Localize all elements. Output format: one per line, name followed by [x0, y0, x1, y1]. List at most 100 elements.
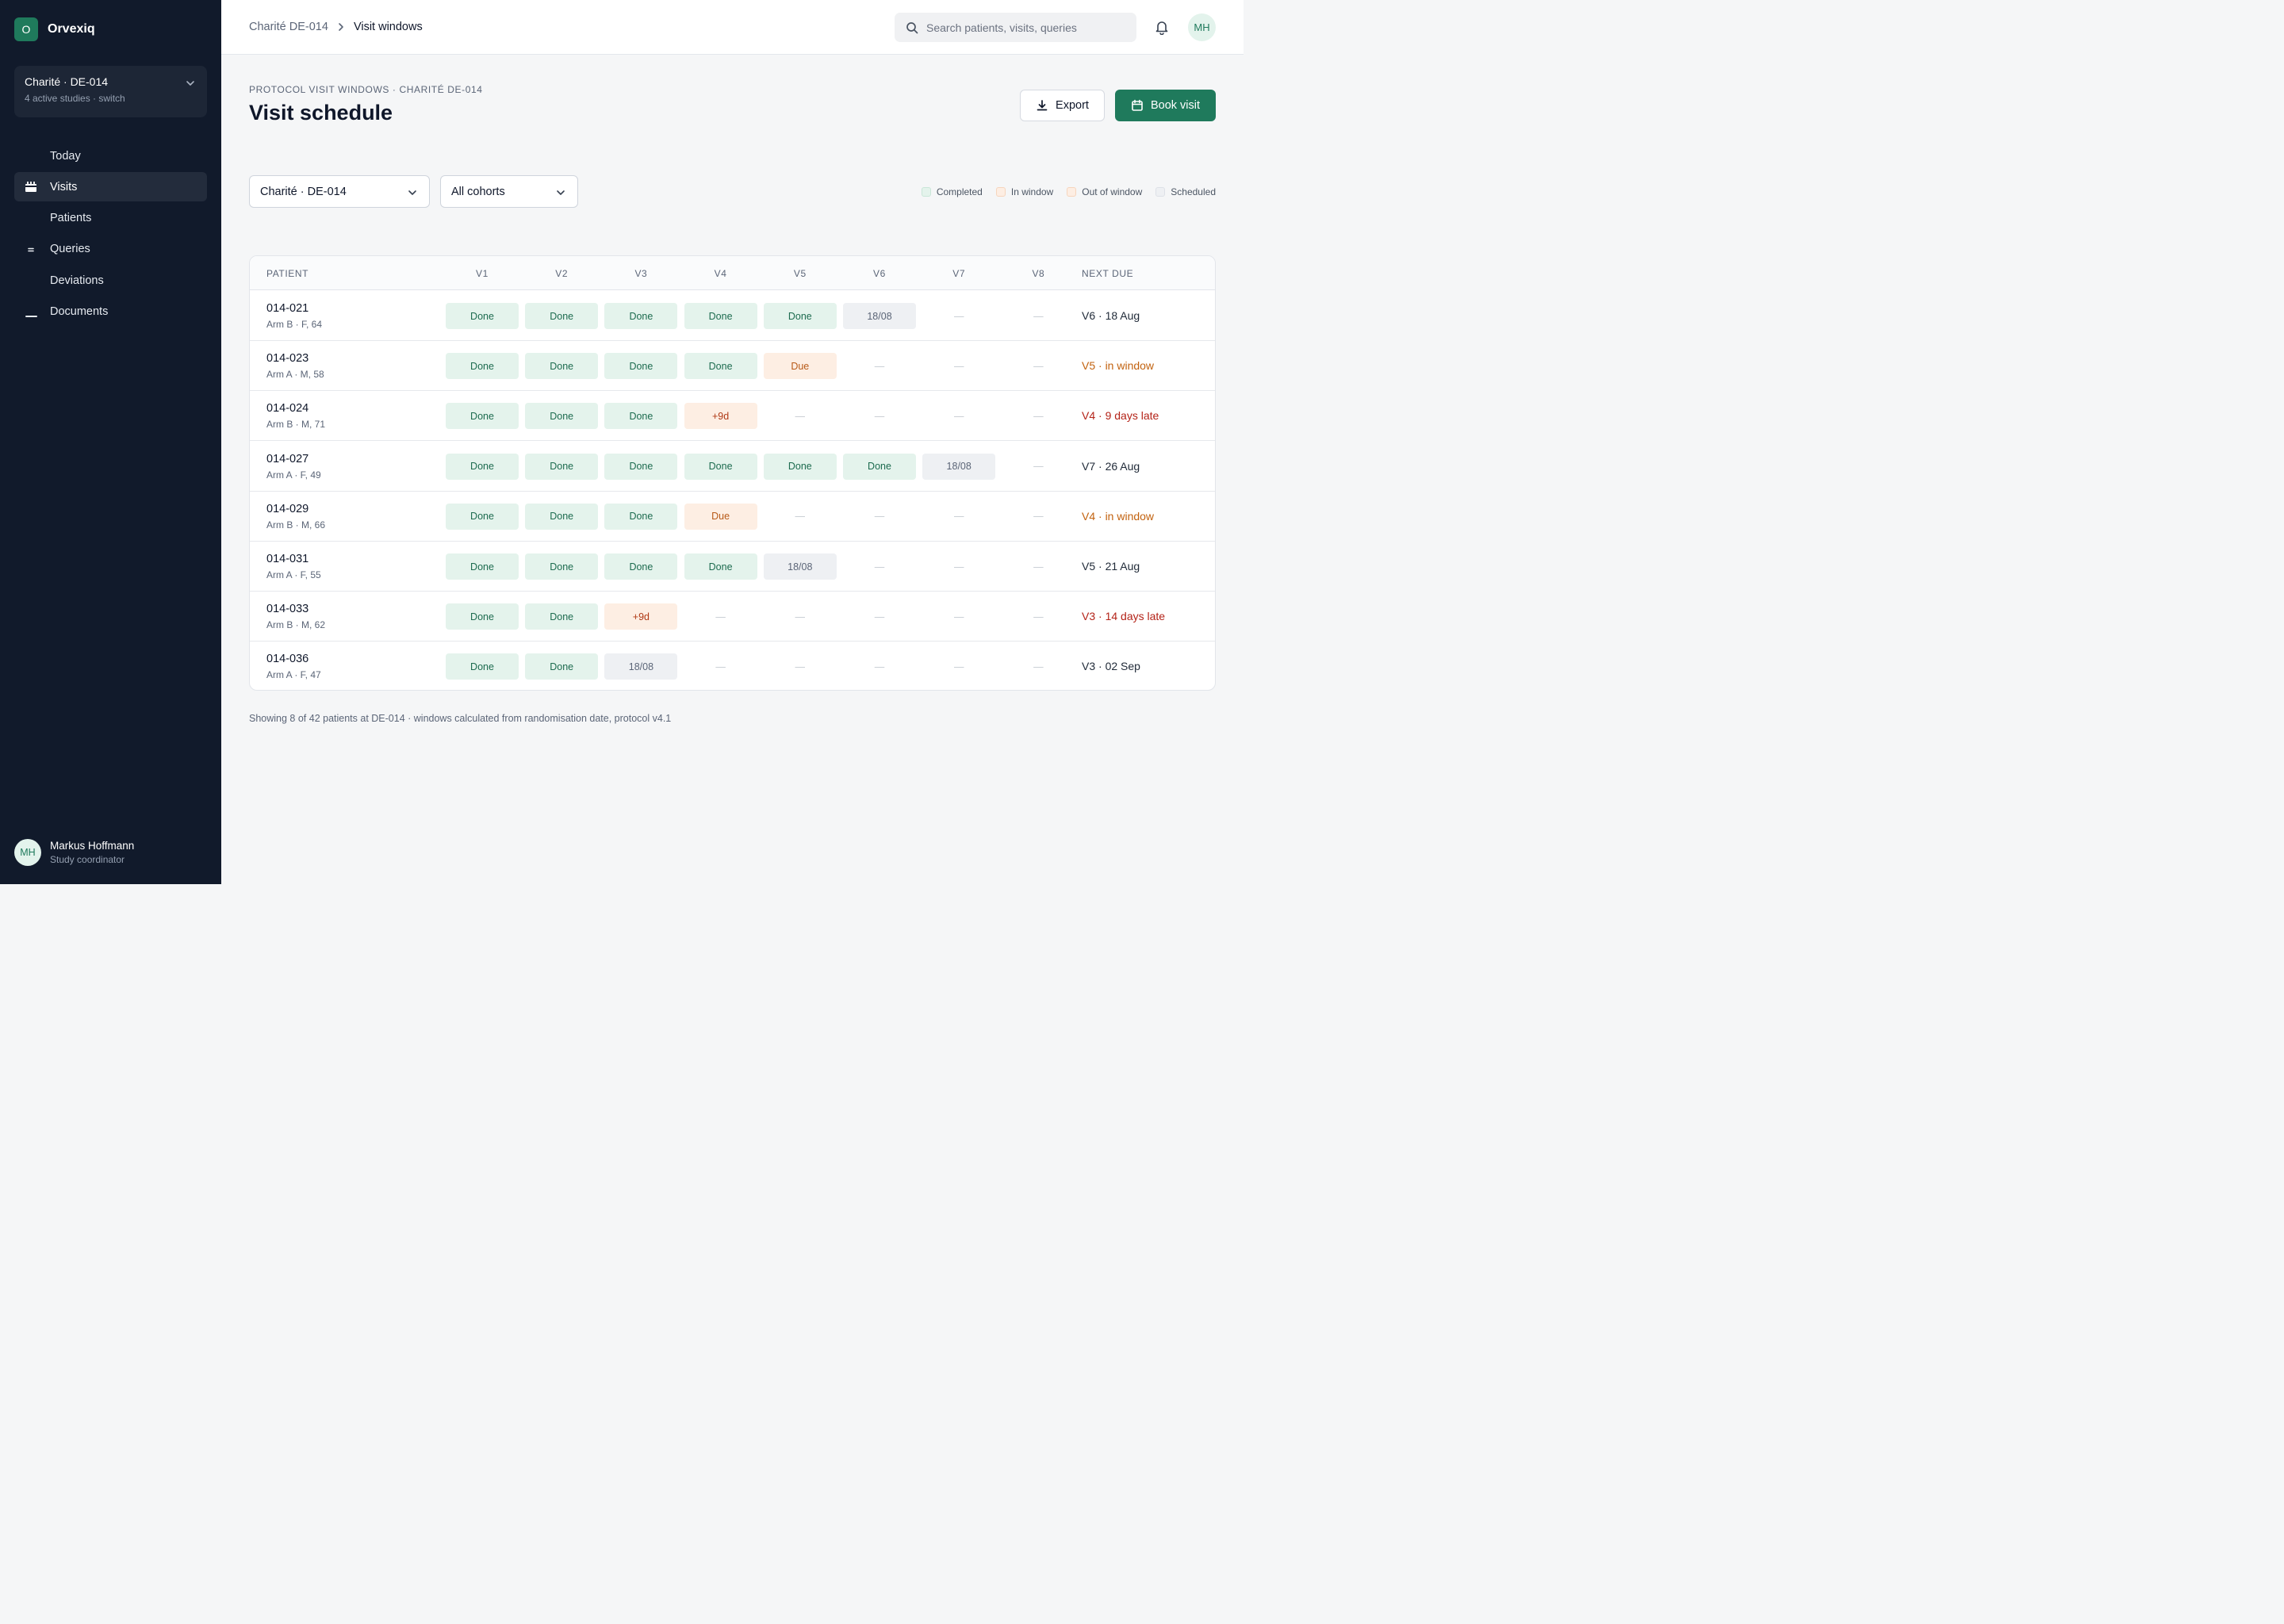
visit-cell-due[interactable]: Due: [684, 503, 757, 530]
table-row[interactable]: 014-036 Arm A · F, 47 Done Done 18/08— — — — — V3…: [250, 642, 1215, 690]
visit-cell-done[interactable]: Done: [525, 303, 599, 329]
book-visit-button[interactable]: Book visit: [1115, 90, 1216, 121]
visit-cell-done[interactable]: Done: [604, 403, 678, 430]
visit-cell-sched[interactable]: 18/08: [763, 553, 837, 580]
search-box[interactable]: [895, 13, 1136, 42]
visit-cell-late[interactable]: +9d: [684, 403, 757, 430]
visit-cell-empty: —: [874, 561, 885, 573]
legend-swatch: [1067, 187, 1077, 197]
visit-cell-done[interactable]: Done: [525, 653, 599, 680]
visit-cell-done[interactable]: Done: [446, 453, 519, 480]
visit-cell-empty: —: [953, 410, 964, 422]
export-button[interactable]: Export: [1020, 90, 1105, 121]
patient-id[interactable]: 014-027: [266, 453, 308, 465]
visit-cell-done[interactable]: Done: [525, 353, 599, 380]
visit-cell-done[interactable]: Done: [604, 453, 678, 480]
column-header-v2: V2: [555, 268, 569, 279]
visit-cell-done[interactable]: Done: [684, 453, 757, 480]
visit-cell-done[interactable]: Done: [446, 503, 519, 530]
visit-cell-empty: —: [1033, 661, 1044, 672]
table-row[interactable]: 014-024 Arm B · M, 71 Done Done Done +9d — — — — V…: [250, 391, 1215, 442]
table-row[interactable]: 014-031 Arm A · F, 55 Done Done Done Done 18/0…: [250, 542, 1215, 592]
patient-id[interactable]: 014-024: [266, 402, 308, 415]
brand[interactable]: O Orvexiq: [14, 17, 95, 41]
sidebar-item-visits[interactable]: Visits: [14, 172, 207, 202]
sidebar-item-today[interactable]: Today: [14, 141, 207, 170]
site-switcher[interactable]: Charité · DE-014 4 active studies · swit…: [14, 66, 207, 117]
table-footnote: Showing 8 of 42 patients at DE-014 · win…: [249, 713, 672, 724]
column-header-v8: V8: [1032, 268, 1045, 279]
visit-cell-done[interactable]: Done: [525, 553, 599, 580]
breadcrumb: Charité DE-014 Visit windows: [249, 21, 423, 33]
visit-cell-empty: —: [1033, 310, 1044, 322]
visit-cell-empty: —: [1033, 561, 1044, 573]
visit-cell-done[interactable]: Done: [684, 353, 757, 380]
patient-id[interactable]: 014-021: [266, 302, 308, 315]
next-due: V3 · 14 days late: [1082, 610, 1166, 623]
visit-cell-done[interactable]: Done: [446, 303, 519, 329]
breadcrumb-current: Visit windows: [353, 21, 423, 33]
visit-cell-sched[interactable]: 18/08: [922, 453, 996, 480]
next-due: V4 · 9 days late: [1082, 409, 1159, 423]
table-row[interactable]: 014-029 Arm B · M, 66 Done Done Done Due — — — — V…: [250, 492, 1215, 542]
user-profile[interactable]: MH Markus Hoffmann Study coordinator: [14, 839, 134, 866]
table-row[interactable]: 014-033 Arm B · M, 62 Done Done +9d — — — — — V3 ·…: [250, 592, 1215, 642]
visit-cell-done[interactable]: Done: [604, 353, 678, 380]
legend-label: Out of window: [1082, 186, 1143, 197]
visit-cell-empty: —: [1033, 410, 1044, 422]
patient-id[interactable]: 014-029: [266, 503, 308, 515]
visit-cell-done[interactable]: Done: [446, 553, 519, 580]
sidebar-item-patients[interactable]: Patients: [14, 204, 207, 233]
search-input[interactable]: [926, 21, 1125, 34]
patient-id[interactable]: 014-033: [266, 603, 308, 615]
visit-cell-done[interactable]: Done: [684, 303, 757, 329]
table-row[interactable]: 014-023 Arm A · M, 58 Done Done Done Done Due —…: [250, 341, 1215, 392]
breadcrumb-parent[interactable]: Charité DE-014: [249, 21, 328, 33]
search-icon: [906, 21, 918, 33]
sidebar-item-documents[interactable]: Documents: [14, 297, 207, 326]
visit-cell-done[interactable]: Done: [446, 353, 519, 380]
bell-icon[interactable]: [1154, 19, 1170, 35]
visit-cell-done[interactable]: Done: [525, 603, 599, 630]
visit-cell-done[interactable]: Done: [446, 653, 519, 680]
legend-item: Completed: [921, 186, 983, 197]
column-header-v7: V7: [952, 268, 966, 279]
visit-cell-empty: —: [953, 611, 964, 622]
visit-cell-done[interactable]: Done: [446, 603, 519, 630]
visit-cell-sched[interactable]: 18/08: [843, 303, 916, 329]
visit-cell-due[interactable]: Due: [763, 353, 837, 380]
visit-cell-empty: —: [874, 661, 885, 672]
visit-cell-done[interactable]: Done: [525, 503, 599, 530]
cohort-select[interactable]: All cohorts: [440, 175, 578, 208]
sidebar-item-deviations[interactable]: Deviations: [14, 266, 207, 295]
patient-id[interactable]: 014-031: [266, 553, 308, 565]
avatar[interactable]: MH: [1188, 13, 1216, 41]
visit-cell-done[interactable]: Done: [525, 453, 599, 480]
visit-cell-empty: —: [953, 360, 964, 372]
legend-item: Out of window: [1067, 186, 1142, 197]
visit-cell-done[interactable]: Done: [763, 303, 837, 329]
chevron-down-icon: [557, 190, 565, 195]
visit-cell-done[interactable]: Done: [843, 453, 916, 480]
visit-cell-done[interactable]: Done: [763, 453, 837, 480]
visit-cell-done[interactable]: Done: [446, 403, 519, 430]
table-row[interactable]: 014-021 Arm B · F, 64 Done Done Done Done Done…: [250, 291, 1215, 341]
visit-cell-late[interactable]: +9d: [604, 603, 678, 630]
sidebar-item-queries[interactable]: Queries: [14, 235, 207, 264]
next-due: V6 · 18 Aug: [1082, 309, 1140, 322]
visit-cell-done[interactable]: Done: [604, 303, 678, 329]
equals-icon: [24, 243, 38, 257]
visit-cell-sched[interactable]: 18/08: [604, 653, 678, 680]
visit-cell-empty: —: [953, 511, 964, 523]
patient-id[interactable]: 014-023: [266, 352, 308, 365]
visit-cell-done[interactable]: Done: [525, 403, 599, 430]
table-row[interactable]: 014-027 Arm A · F, 49 Done Done Done Done Done…: [250, 442, 1215, 492]
patient-id[interactable]: 014-036: [266, 653, 308, 665]
visit-cell-done[interactable]: Done: [604, 503, 678, 530]
site-select[interactable]: Charité · DE-014: [249, 175, 430, 208]
visit-cell-done[interactable]: Done: [604, 553, 678, 580]
brand-logo: O: [14, 17, 38, 41]
visit-cell-done[interactable]: Done: [684, 553, 757, 580]
visit-cell-empty: —: [953, 561, 964, 573]
next-due: V5 · in window: [1082, 359, 1155, 373]
